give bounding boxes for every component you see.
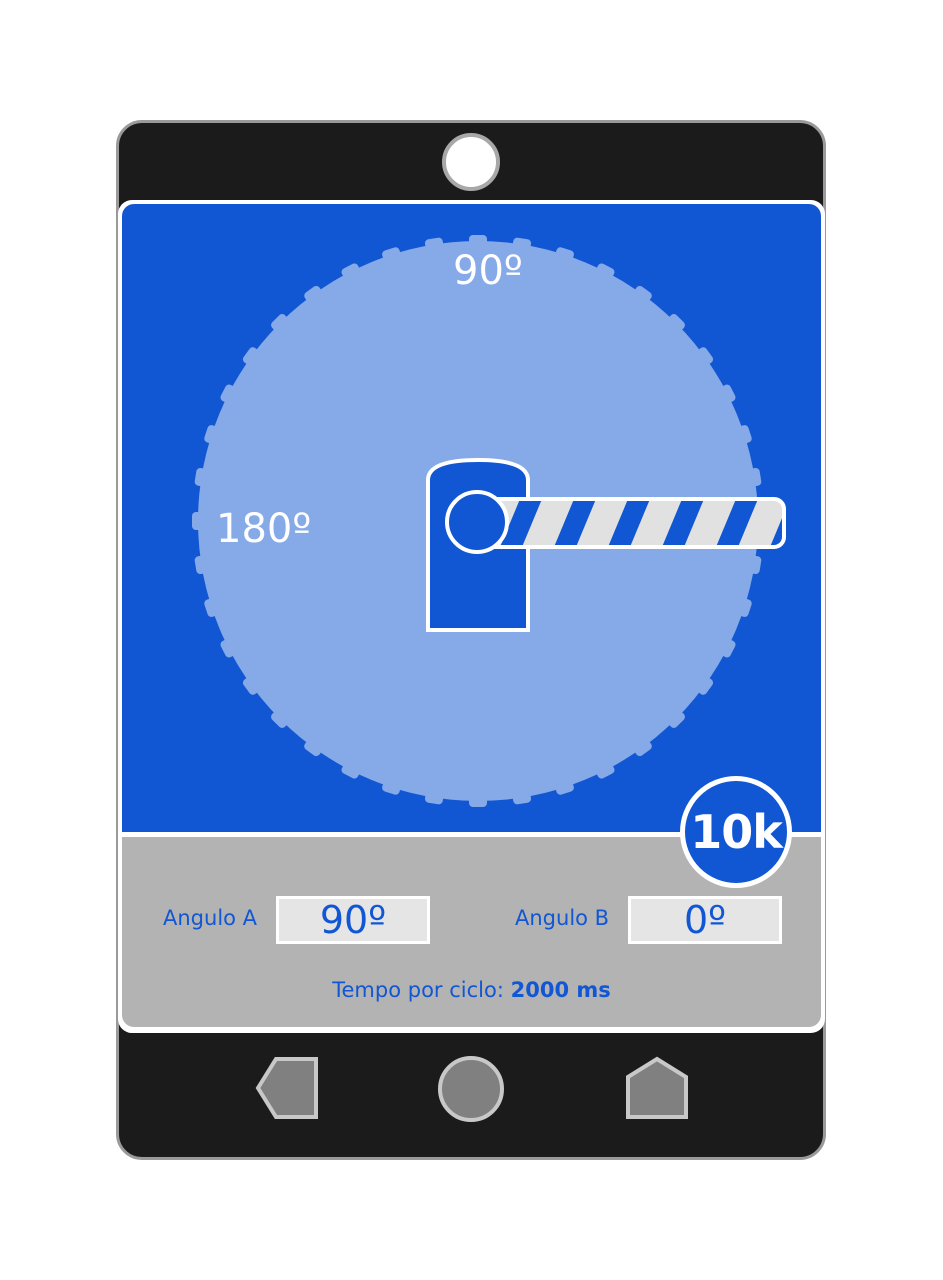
navigation-bar <box>255 1056 688 1122</box>
back-button[interactable] <box>255 1057 318 1119</box>
home-circle-icon[interactable] <box>438 1056 504 1122</box>
back-pentagon-icon[interactable] <box>255 1057 318 1119</box>
recent-apps-button[interactable] <box>626 1056 688 1119</box>
home-button[interactable] <box>438 1056 504 1122</box>
recent-pentagon-icon[interactable] <box>626 1056 688 1119</box>
